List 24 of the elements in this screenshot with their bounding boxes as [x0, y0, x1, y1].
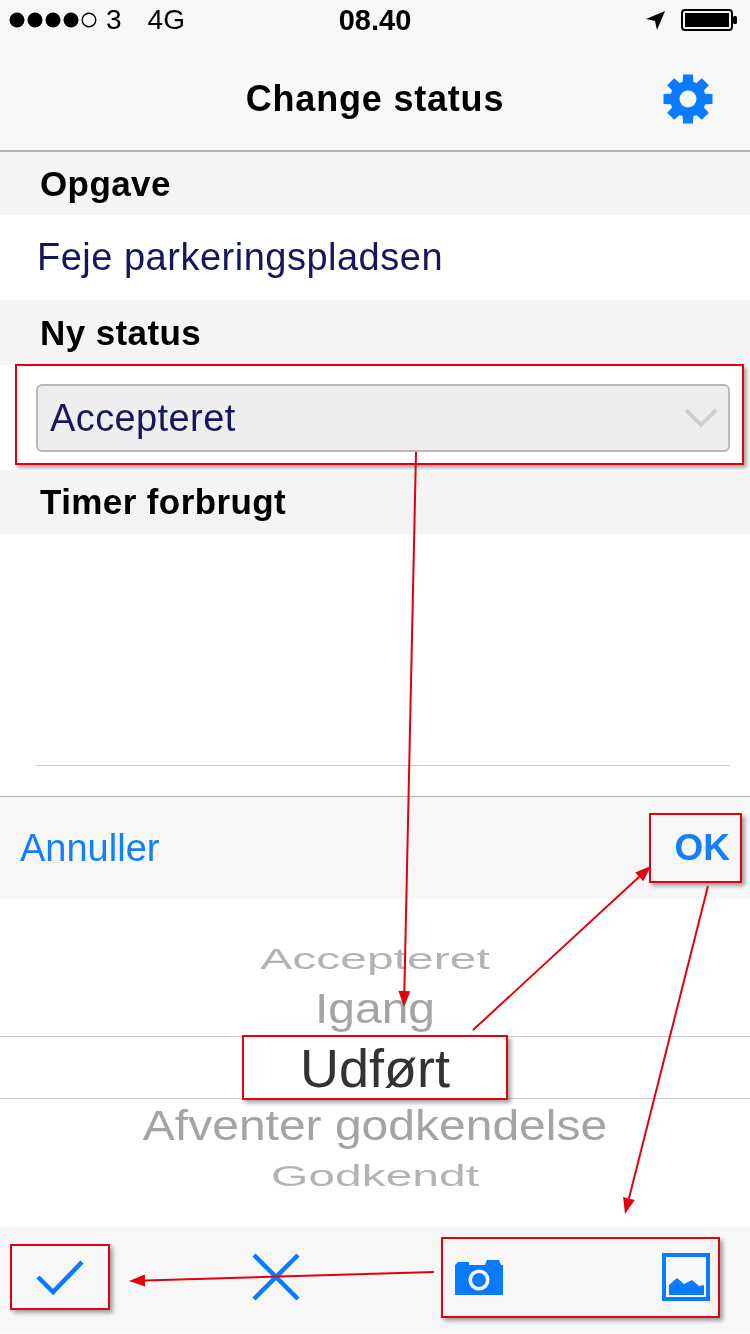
picker-option[interactable]: Udført: [300, 1038, 450, 1097]
status-select[interactable]: Accepteret: [36, 384, 730, 452]
settings-icon: [662, 73, 714, 125]
location-arrow-icon: [646, 10, 665, 30]
task-name: Feje parkeringspladsen: [37, 236, 443, 279]
cancel-button[interactable]: Annuller: [20, 826, 160, 870]
picker-option[interactable]: Igang: [314, 984, 436, 1034]
picker-option[interactable]: Afventer godkendelse: [142, 1101, 608, 1151]
section-title: Ny status: [40, 312, 202, 353]
screen-title: Change status: [245, 77, 505, 120]
signal-icon: [8, 12, 98, 28]
chevron-down-icon: [684, 408, 718, 428]
picker-option[interactable]: Godkendt: [270, 1161, 480, 1191]
battery-icon: [681, 9, 738, 31]
section-title: Timer forbrugt: [40, 482, 287, 522]
clock: 08.40: [338, 3, 412, 37]
ok-button[interactable]: OK: [650, 815, 740, 881]
close-icon: [251, 1253, 300, 1301]
checkmark-icon: [35, 1259, 85, 1295]
carrier-name: 3: [106, 4, 122, 36]
network-type: 4G: [147, 4, 185, 36]
section-title: Opgave: [40, 163, 171, 204]
camera-icon: [455, 1259, 503, 1295]
image-icon: [662, 1253, 710, 1301]
